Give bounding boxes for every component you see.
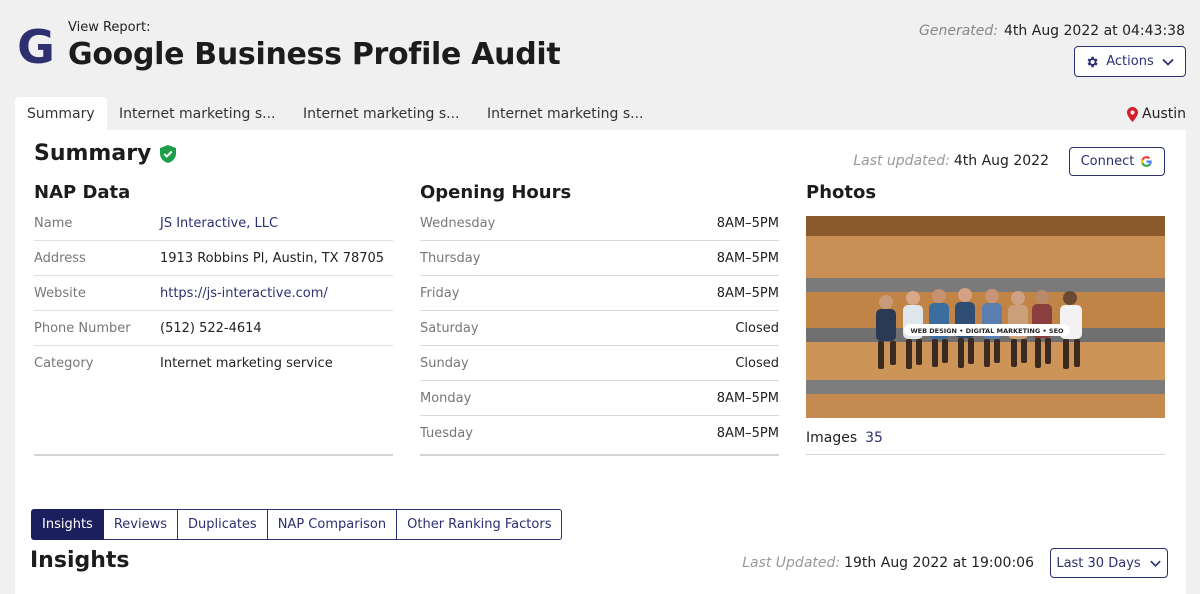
subtab-insights[interactable]: Insights <box>31 509 104 540</box>
map-pin-icon <box>1127 106 1138 122</box>
insights-last-updated: Last Updated: 19th Aug 2022 at 19:00:06 <box>742 555 1034 571</box>
nap-row-category: Category Internet marketing service <box>34 346 393 381</box>
team-photo-image: WEB DESIGN • DIGITAL MARKETING • SEO <box>806 216 1165 418</box>
nap-key: Website <box>34 285 86 301</box>
actions-label: Actions <box>1106 54 1154 69</box>
hours-day: Wednesday <box>420 215 496 231</box>
nap-value: (512) 522-4614 <box>160 320 262 336</box>
nap-row-address: Address 1913 Robbins Pl, Austin, TX 7870… <box>34 241 393 276</box>
hours-table: Wednesday 8AM–5PM Thursday 8AM–5PM Friday 8… <box>420 206 779 451</box>
tab-category-2[interactable]: Internet marketing s... <box>291 97 471 130</box>
hours-row: Tuesday 8AM–5PM <box>420 416 779 451</box>
nap-row-name: Name JS Interactive, LLC <box>34 206 393 241</box>
hours-time: 8AM–5PM <box>716 390 779 406</box>
photo-banner-text: WEB DESIGN • DIGITAL MARKETING • SEO <box>910 327 1064 335</box>
chevron-down-icon <box>1162 58 1174 66</box>
images-label: Images <box>806 430 858 446</box>
hours-row: Monday 8AM–5PM <box>420 381 779 416</box>
nap-row-phone: Phone Number (512) 522-4614 <box>34 311 393 346</box>
svg-text:G: G <box>17 22 55 70</box>
nap-key: Phone Number <box>34 320 131 336</box>
view-report-label: View Report: <box>68 20 151 35</box>
connect-button[interactable]: Connect <box>1069 147 1165 176</box>
hours-day: Friday <box>420 285 460 301</box>
hours-time: Closed <box>735 320 779 336</box>
hours-row: Friday 8AM–5PM <box>420 276 779 311</box>
hours-time: 8AM–5PM <box>716 215 779 231</box>
date-range-dropdown[interactable]: Last 30 Days <box>1050 548 1168 578</box>
insights-last-updated-value: 19th Aug 2022 at 19:00:06 <box>844 555 1034 571</box>
hours-row: Saturday Closed <box>420 311 779 346</box>
hours-time: Closed <box>735 355 779 371</box>
website-link[interactable]: https://js-interactive.com/ <box>160 286 328 301</box>
generated-label: Generated: <box>919 23 999 39</box>
nap-value: Internet marketing service <box>160 356 333 371</box>
chevron-down-icon <box>1149 560 1161 567</box>
tab-category-1[interactable]: Internet marketing s... <box>107 97 287 130</box>
hours-day: Tuesday <box>420 426 473 441</box>
generated-value: 4th Aug 2022 at 04:43:38 <box>1004 23 1185 39</box>
images-number[interactable]: 35 <box>865 430 883 446</box>
location-label: Austin <box>1142 106 1186 122</box>
nap-key: Category <box>34 356 94 371</box>
insights-last-updated-label: Last Updated: <box>742 555 841 571</box>
date-range-label: Last 30 Days <box>1056 555 1141 571</box>
subtab-duplicates[interactable]: Duplicates <box>177 509 268 540</box>
hours-day: Saturday <box>420 320 479 336</box>
google-logo-icon: G <box>17 22 55 70</box>
tab-summary[interactable]: Summary <box>15 97 107 130</box>
summary-title: Summary <box>34 141 152 166</box>
nap-divider <box>34 454 393 456</box>
hours-title: Opening Hours <box>420 182 572 203</box>
summary-panel: Summary Last updated: 4th Aug 2022 Connec… <box>15 130 1186 594</box>
summary-last-updated-value: 4th Aug 2022 <box>953 153 1049 169</box>
nap-row-website: Website https://js-interactive.com/ <box>34 276 393 311</box>
subtab-nap-comparison[interactable]: NAP Comparison <box>267 509 398 540</box>
nap-key: Name <box>34 215 73 231</box>
actions-button[interactable]: Actions <box>1074 46 1186 77</box>
hours-row: Wednesday 8AM–5PM <box>420 206 779 241</box>
summary-heading: Summary <box>34 141 177 166</box>
nap-table: Name JS Interactive, LLC Address 1913 Ro… <box>34 206 393 381</box>
hours-time: 8AM–5PM <box>716 426 779 441</box>
hours-row: Sunday Closed <box>420 346 779 381</box>
business-photo[interactable]: WEB DESIGN • DIGITAL MARKETING • SEO <box>806 216 1165 418</box>
subtab-bar: Insights Reviews Duplicates NAP Comparis… <box>31 509 563 540</box>
images-count: Images 35 <box>806 430 883 446</box>
business-name-link[interactable]: JS Interactive, LLC <box>160 216 278 231</box>
photos-divider <box>806 454 1165 455</box>
summary-last-updated-label: Last updated: <box>853 153 950 169</box>
shield-check-icon <box>160 144 177 163</box>
summary-last-updated: Last updated: 4th Aug 2022 <box>853 153 1049 169</box>
hours-divider <box>420 454 779 456</box>
page-title: Google Business Profile Audit <box>68 37 561 72</box>
photos-title: Photos <box>806 182 877 203</box>
hours-day: Thursday <box>420 250 481 266</box>
gear-icon <box>1087 56 1098 67</box>
hours-time: 8AM–5PM <box>716 285 779 301</box>
google-g-icon <box>1141 156 1153 167</box>
insights-title: Insights <box>30 548 130 573</box>
nap-key: Address <box>34 250 86 266</box>
location[interactable]: Austin <box>1127 106 1186 122</box>
hours-day: Monday <box>420 390 472 406</box>
tab-category-3[interactable]: Internet marketing s... <box>475 97 655 130</box>
hours-day: Sunday <box>420 355 469 371</box>
subtab-reviews[interactable]: Reviews <box>103 509 178 540</box>
nap-value: 1913 Robbins Pl, Austin, TX 78705 <box>160 250 385 266</box>
hours-row: Thursday 8AM–5PM <box>420 241 779 276</box>
subtab-other-ranking-factors[interactable]: Other Ranking Factors <box>397 509 563 540</box>
connect-label: Connect <box>1080 154 1135 169</box>
nap-title: NAP Data <box>34 182 131 203</box>
generated-timestamp: Generated: 4th Aug 2022 at 04:43:38 <box>919 23 1185 39</box>
hours-time: 8AM–5PM <box>716 250 779 266</box>
